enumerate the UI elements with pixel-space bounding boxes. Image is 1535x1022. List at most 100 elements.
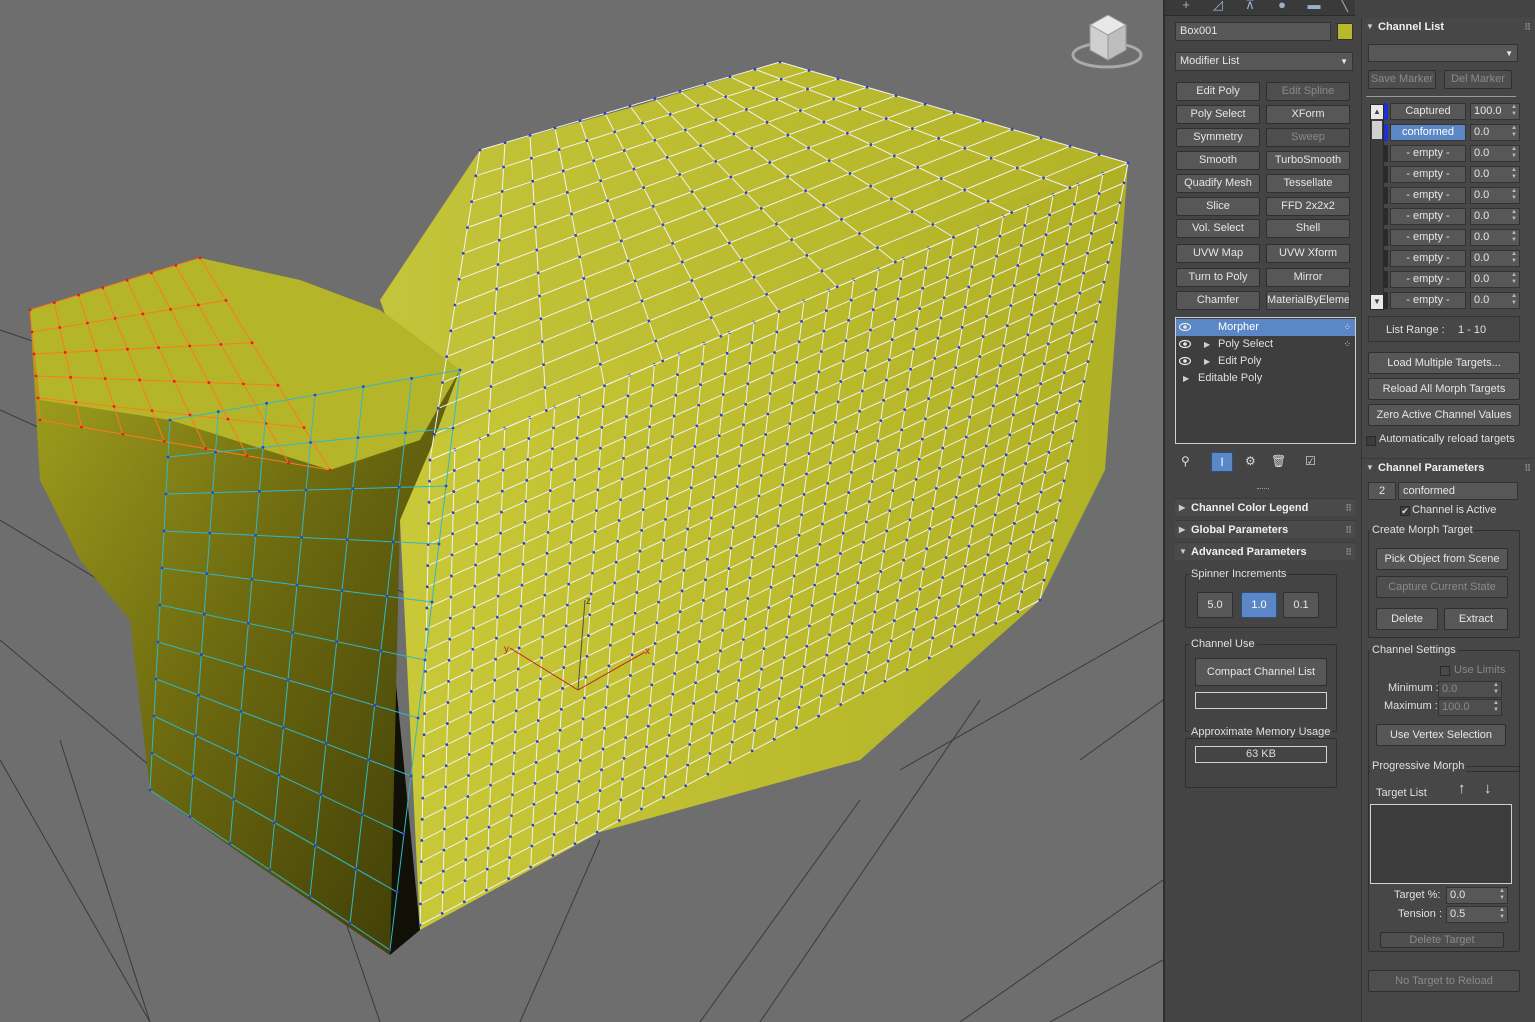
channel-row[interactable]: - empty - 0.0 ▲ ▼ <box>1384 270 1534 290</box>
channel-name-button[interactable]: - empty - <box>1390 271 1466 288</box>
rollout-channel-color-legend[interactable]: ▶ Channel Color Legend ⠿ <box>1175 498 1355 516</box>
scroll-thumb[interactable] <box>1372 121 1382 139</box>
channel-value-spinner[interactable]: 0.0 ▲ ▼ <box>1470 187 1520 204</box>
rollout-channel-list[interactable]: ▼ Channel List ⠿ <box>1362 18 1534 36</box>
modifier-button-turn-to-poly[interactable]: Turn to Poly <box>1176 268 1260 287</box>
morph-mesh[interactable] <box>28 60 1130 955</box>
use-vertex-selection-button[interactable]: Use Vertex Selection <box>1376 724 1506 746</box>
channel-value-spinner[interactable]: 0.0 ▲ ▼ <box>1470 271 1520 288</box>
modifier-button-mirror[interactable]: Mirror <box>1266 268 1350 287</box>
motion-tab-icon[interactable]: ● <box>1267 0 1297 14</box>
modifier-button-edit-poly[interactable]: Edit Poly <box>1176 82 1260 101</box>
channel-value-spinner[interactable]: 0.0 ▲ ▼ <box>1470 145 1520 162</box>
spinner-arrows-icon[interactable]: ▲ ▼ <box>1499 907 1505 921</box>
modify-tab-icon[interactable]: ◿ <box>1203 0 1233 14</box>
use-limits-checkbox[interactable] <box>1440 666 1450 676</box>
rollout-advanced-parameters[interactable]: ▼ Advanced Parameters ⠿ <box>1175 542 1355 560</box>
reload-all-morph-targets-button[interactable]: Reload All Morph Targets <box>1368 378 1520 400</box>
modifier-button-slice[interactable]: Slice <box>1176 197 1260 216</box>
move-down-icon[interactable]: ↓ <box>1484 780 1492 797</box>
modifier-button-poly-select[interactable]: Poly Select <box>1176 105 1260 124</box>
eye-icon[interactable] <box>1179 339 1191 349</box>
scroll-up-icon[interactable]: ▲ <box>1371 105 1383 119</box>
viewcube-icon[interactable] <box>1071 14 1143 69</box>
increment-1-button[interactable]: 1.0 <box>1241 592 1277 618</box>
modifier-button-tessellate[interactable]: Tessellate <box>1266 174 1350 193</box>
modifier-list-dropdown[interactable]: Modifier List ▼ <box>1175 52 1353 71</box>
spinner-arrows-icon[interactable]: ▲ ▼ <box>1511 146 1517 160</box>
channel-name-button[interactable]: - empty - <box>1390 187 1466 204</box>
spinner-arrows-icon[interactable]: ▲ ▼ <box>1511 188 1517 202</box>
target-percent-spinner[interactable]: 0.0 ▲ ▼ <box>1446 887 1508 904</box>
show-end-result-icon[interactable]: I <box>1211 452 1233 472</box>
modifier-button-chamfer[interactable]: Chamfer <box>1176 291 1260 310</box>
channel-name-button[interactable]: conformed <box>1390 124 1466 141</box>
scroll-down-icon[interactable]: ▼ <box>1371 295 1383 309</box>
spinner-arrows-icon[interactable]: ▲ ▼ <box>1511 167 1517 181</box>
object-name-field[interactable]: Box001 <box>1175 22 1331 41</box>
utilities-tab-icon[interactable]: ╲ <box>1329 0 1359 14</box>
expand-arrow-icon[interactable]: ▶ <box>1183 370 1189 387</box>
spinner-arrows-icon[interactable]: ▲ ▼ <box>1511 272 1517 286</box>
auto-reload-checkbox[interactable] <box>1366 436 1376 446</box>
rollout-channel-parameters[interactable]: ▼ Channel Parameters ⠿ <box>1362 458 1534 476</box>
channel-value-spinner[interactable]: 0.0 ▲ ▼ <box>1470 292 1520 309</box>
modifier-button-turbosmooth[interactable]: TurboSmooth <box>1266 151 1350 170</box>
modifier-button-symmetry[interactable]: Symmetry <box>1176 128 1260 147</box>
channel-value-spinner[interactable]: 100.0 ▲ ▼ <box>1470 103 1520 120</box>
expand-arrow-icon[interactable]: ▶ <box>1204 353 1210 370</box>
save-marker-button[interactable]: Save Marker <box>1368 70 1436 89</box>
spinner-arrows-icon[interactable]: ▲ ▼ <box>1511 125 1517 139</box>
channel-name-button[interactable]: - empty - <box>1390 166 1466 183</box>
zero-active-channel-values-button[interactable]: Zero Active Channel Values <box>1368 404 1520 426</box>
channel-scrollbar[interactable]: ▲ ▼ <box>1370 104 1384 310</box>
stack-item-editable-poly[interactable]: ▶ Editable Poly <box>1176 370 1355 387</box>
stack-item-poly-select[interactable]: ▶ Poly Select ⁘ <box>1176 336 1355 353</box>
channel-name-field[interactable]: conformed <box>1398 482 1518 500</box>
load-multiple-targets-button[interactable]: Load Multiple Targets... <box>1368 352 1520 374</box>
modifier-button-ffd-2x2x2[interactable]: FFD 2x2x2 <box>1266 197 1350 216</box>
channel-value-spinner[interactable]: 0.0 ▲ ▼ <box>1470 166 1520 183</box>
spinner-arrows-icon[interactable]: ▲ ▼ <box>1511 293 1517 307</box>
channel-value-spinner[interactable]: 0.0 ▲ ▼ <box>1470 250 1520 267</box>
viewport-scene[interactable]: y x z <box>0 0 1163 1022</box>
spinner-arrows-icon[interactable]: ▲ ▼ <box>1511 104 1517 118</box>
maximum-spinner[interactable]: 100.0 ▲ ▼ <box>1438 699 1502 716</box>
channel-row[interactable]: Captured 100.0 ▲ ▼ <box>1384 102 1534 122</box>
configure-modifier-sets-icon[interactable]: ☑ <box>1305 454 1316 468</box>
channel-active-checkbox[interactable]: ✔ <box>1400 506 1410 516</box>
eye-icon[interactable] <box>1179 356 1191 366</box>
capture-current-state-button[interactable]: Capture Current State <box>1376 576 1508 598</box>
delete-target-button[interactable]: Delete Target <box>1380 932 1504 948</box>
channel-row[interactable]: - empty - 0.0 ▲ ▼ <box>1384 186 1534 206</box>
spinner-arrows-icon[interactable]: ▲ ▼ <box>1511 230 1517 244</box>
channel-row[interactable]: conformed 0.0 ▲ ▼ <box>1384 123 1534 143</box>
channel-row[interactable]: - empty - 0.0 ▲ ▼ <box>1384 165 1534 185</box>
modifier-button-smooth[interactable]: Smooth <box>1176 151 1260 170</box>
perspective-viewport[interactable]: y x z <box>0 0 1163 1022</box>
modifier-button-vol-select[interactable]: Vol. Select <box>1176 219 1260 238</box>
modifier-button-xform[interactable]: XForm <box>1266 105 1350 124</box>
hierarchy-tab-icon[interactable]: ⊼ <box>1235 0 1265 14</box>
delete-button[interactable]: Delete <box>1376 608 1438 630</box>
modifier-button-shell[interactable]: Shell <box>1266 219 1350 238</box>
del-marker-button[interactable]: Del Marker <box>1444 70 1512 89</box>
spinner-arrows-icon[interactable]: ▲ ▼ <box>1493 700 1499 714</box>
spinner-arrows-icon[interactable]: ▲ ▼ <box>1493 682 1499 696</box>
compact-channel-list-button[interactable]: Compact Channel List <box>1195 658 1327 686</box>
modifier-button-materialbyelement[interactable]: MaterialByElement <box>1266 291 1350 310</box>
eye-icon[interactable] <box>1179 322 1191 332</box>
spinner-arrows-icon[interactable]: ▲ ▼ <box>1499 888 1505 902</box>
channel-row[interactable]: - empty - 0.0 ▲ ▼ <box>1384 207 1534 227</box>
rollout-global-parameters[interactable]: ▶ Global Parameters ⠿ <box>1175 520 1355 538</box>
trash-icon[interactable]: 🗑 <box>1271 454 1286 468</box>
expand-arrow-icon[interactable]: ▶ <box>1204 336 1210 353</box>
make-unique-icon[interactable]: ⚙ <box>1245 454 1256 468</box>
create-tab-icon[interactable]: + <box>1171 0 1201 14</box>
increment-5-button[interactable]: 5.0 <box>1197 592 1233 618</box>
channel-number-field[interactable]: 2 <box>1368 482 1396 500</box>
channel-name-button[interactable]: - empty - <box>1390 292 1466 309</box>
pick-object-button[interactable]: Pick Object from Scene <box>1376 548 1508 570</box>
modifier-button-uvw-xform[interactable]: UVW Xform <box>1266 244 1350 263</box>
channel-name-button[interactable]: - empty - <box>1390 145 1466 162</box>
